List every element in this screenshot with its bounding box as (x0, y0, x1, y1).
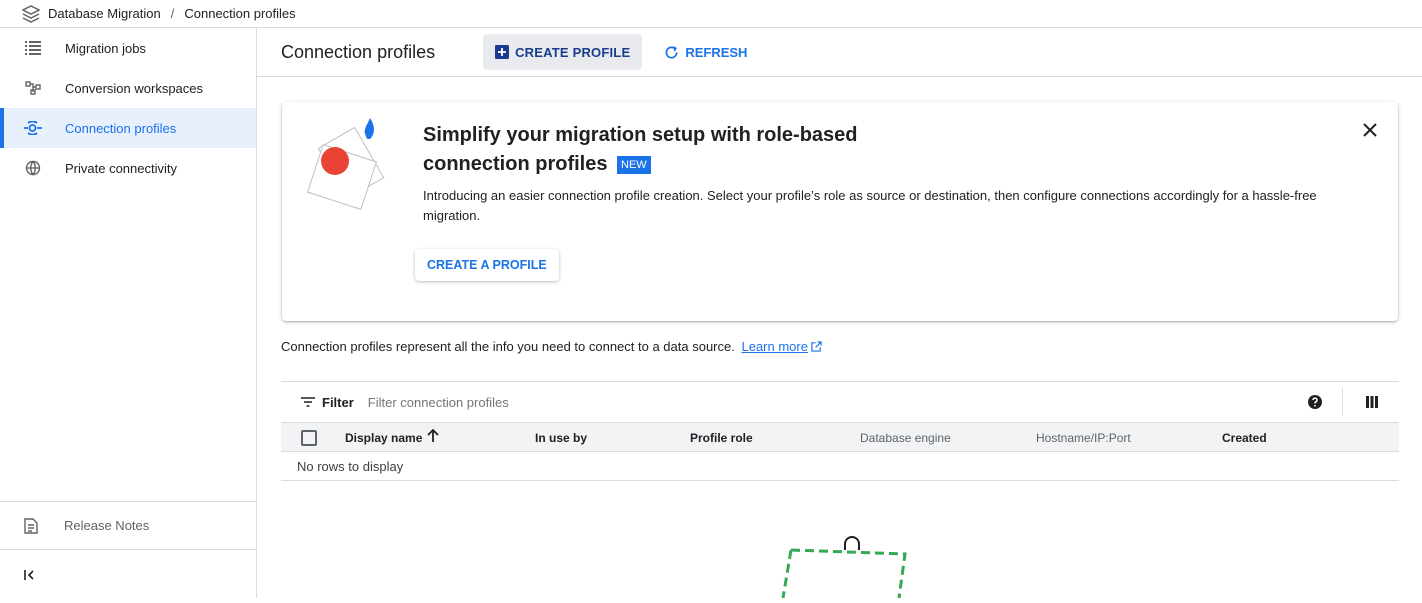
collapse-sidebar-icon[interactable] (24, 566, 42, 584)
top-bar: Database Migration / Connection profiles (0, 0, 1422, 28)
column-database-engine[interactable]: Database engine (860, 431, 951, 445)
sidebar: Migration jobs Conversion workspaces Con… (0, 28, 257, 598)
release-notes-label: Release Notes (64, 518, 150, 533)
column-label: Display name (345, 431, 423, 445)
help-icon[interactable] (1307, 394, 1323, 410)
page-header: Connection profiles CREATE PROFILE REFRE… (257, 28, 1422, 77)
banner-illustration (304, 116, 396, 219)
filter-label: Filter (322, 394, 354, 410)
sidebar-item-conversion-workspaces[interactable]: Conversion workspaces (0, 68, 256, 108)
sidebar-item-private-connectivity[interactable]: Private connectivity (0, 148, 256, 188)
column-profile-role[interactable]: Profile role (690, 431, 753, 445)
column-display-options-icon[interactable] (1365, 395, 1379, 409)
info-description: Connection profiles represent all the in… (281, 339, 735, 354)
table-header: Display name In use by Profile role Data… (281, 423, 1399, 452)
learn-more-link[interactable]: Learn more (741, 339, 807, 354)
create-profile-button[interactable]: CREATE PROFILE (483, 34, 643, 70)
column-display-name[interactable]: Display name (345, 428, 439, 445)
refresh-button[interactable]: REFRESH (652, 34, 759, 70)
sidebar-item-label: Connection profiles (65, 120, 177, 136)
filter-icon[interactable] (301, 397, 315, 407)
new-badge: NEW (617, 155, 651, 174)
create-profile-label: CREATE PROFILE (515, 44, 631, 60)
sidebar-item-connection-profiles[interactable]: Connection profiles (0, 108, 256, 148)
notes-icon (24, 517, 42, 535)
breadcrumb-separator: / (170, 6, 175, 21)
refresh-label: REFRESH (685, 44, 748, 60)
close-icon[interactable] (1362, 122, 1378, 138)
role-based-profiles-banner: Simplify your migration setup with role-… (282, 102, 1398, 321)
filter-bar: Filter (281, 381, 1399, 423)
column-created[interactable]: Created (1222, 431, 1267, 445)
select-all-checkbox[interactable] (301, 430, 317, 446)
column-hostname[interactable]: Hostname/IP:Port (1036, 431, 1131, 445)
main-content: Connection profiles CREATE PROFILE REFRE… (257, 28, 1422, 599)
toolbar-divider (1342, 388, 1343, 416)
database-migration-logo-icon (22, 4, 42, 24)
filter-input[interactable] (367, 394, 768, 410)
sidebar-item-label: Migration jobs (65, 40, 146, 56)
breadcrumb-app[interactable]: Database Migration (48, 6, 161, 21)
banner-description: Introducing an easier connection profile… (423, 188, 1317, 223)
add-box-icon (495, 45, 510, 59)
sidebar-item-label: Conversion workspaces (65, 80, 204, 96)
list-icon (24, 39, 42, 57)
release-notes-link[interactable]: Release Notes (0, 501, 256, 550)
page-title: Connection profiles (281, 41, 436, 62)
column-in-use-by[interactable]: In use by (535, 431, 587, 445)
refresh-icon (664, 45, 679, 60)
create-a-profile-button[interactable]: CREATE A PROFILE (415, 249, 559, 281)
info-text: Connection profiles represent all the in… (281, 339, 822, 355)
connection-icon (24, 119, 42, 137)
empty-state-illustration (777, 528, 917, 603)
sort-ascending-icon (427, 428, 439, 446)
empty-table-message: No rows to display (281, 452, 1399, 481)
workspace-icon (24, 79, 42, 97)
external-link-icon (811, 340, 822, 355)
sidebar-item-label: Private connectivity (65, 160, 177, 176)
banner-title: Simplify your migration setup with role-… (423, 121, 963, 179)
sidebar-item-migration-jobs[interactable]: Migration jobs (0, 28, 256, 68)
globe-icon (24, 159, 42, 177)
breadcrumb-current: Connection profiles (184, 6, 296, 21)
